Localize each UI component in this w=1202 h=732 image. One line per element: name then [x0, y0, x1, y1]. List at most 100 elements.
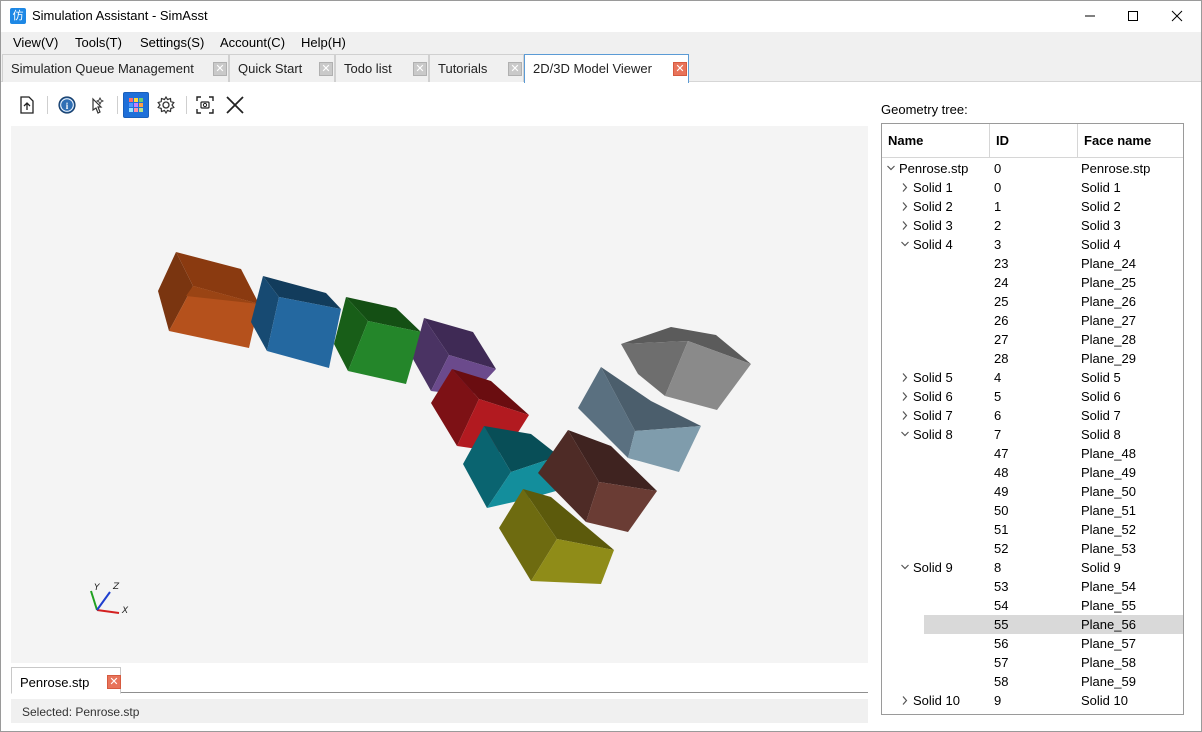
window-close-button[interactable]: [1155, 1, 1199, 31]
chevron-right-icon[interactable]: [900, 368, 910, 387]
color-grid-button[interactable]: [123, 92, 149, 118]
tree-row[interactable]: 57 Plane_58: [882, 653, 1183, 672]
geometry-tree[interactable]: Name ID Face name Penrose.stp 0 Penrose.st…: [881, 123, 1184, 715]
tree-row[interactable]: 58 Plane_59: [882, 672, 1183, 691]
solid-orange[interactable]: [158, 252, 259, 348]
tree-row[interactable]: Solid 6 5 Solid 6: [882, 387, 1183, 406]
tree-row[interactable]: 27 Plane_28: [882, 330, 1183, 349]
chevron-down-icon[interactable]: [900, 235, 910, 254]
solid-blue[interactable]: [251, 276, 341, 368]
tree-row[interactable]: Solid 5 4 Solid 5: [882, 368, 1183, 387]
tree-cell-name: Solid 8: [913, 427, 953, 442]
tab-label: Simulation Queue Management: [11, 61, 194, 76]
chevron-right-icon[interactable]: [900, 387, 910, 406]
tree-cell-id: 26: [994, 313, 1009, 328]
tree-cell-face-name: Plane_26: [1081, 294, 1136, 309]
chevron-right-icon[interactable]: [900, 178, 910, 197]
chevron-down-icon[interactable]: [900, 558, 910, 577]
chevron-right-icon[interactable]: [900, 691, 910, 710]
viewer-toolbar: i: [11, 92, 871, 120]
chevron-down-icon[interactable]: [886, 159, 896, 178]
tree-row[interactable]: 47 Plane_48: [882, 444, 1183, 463]
menu-account[interactable]: Account(C): [220, 35, 285, 50]
tree-row[interactable]: 25 Plane_26: [882, 292, 1183, 311]
tree-cell-face-name: Plane_55: [1081, 598, 1136, 613]
tree-cell-face-name: Plane_52: [1081, 522, 1136, 537]
tree-cell-face-name: Solid 10: [1081, 693, 1128, 708]
tree-row[interactable]: 53 Plane_54: [882, 577, 1183, 596]
tab-tutorials[interactable]: Tutorials ✕: [429, 54, 524, 82]
tree-cell-face-name: Plane_51: [1081, 503, 1136, 518]
tree-cell-id: 54: [994, 598, 1009, 613]
menu-bar: View(V) Tools(T) Settings(S) Account(C) …: [1, 32, 1201, 54]
tab-close-icon[interactable]: ✕: [213, 62, 227, 76]
tree-cell-id: 47: [994, 446, 1009, 461]
tree-row[interactable]: 51 Plane_52: [882, 520, 1183, 539]
chevron-down-icon[interactable]: [900, 425, 910, 444]
tree-row[interactable]: Penrose.stp 0 Penrose.stp: [882, 159, 1183, 178]
column-header-id[interactable]: ID: [990, 124, 1078, 158]
file-tab-close-icon[interactable]: ✕: [107, 675, 121, 689]
tree-cell-face-name: Plane_49: [1081, 465, 1136, 480]
close-model-button[interactable]: [222, 92, 248, 118]
tree-row[interactable]: Solid 8 7 Solid 8: [882, 425, 1183, 444]
tab-close-icon[interactable]: ✕: [413, 62, 427, 76]
minimize-button[interactable]: [1068, 1, 1112, 31]
tree-row[interactable]: 48 Plane_49: [882, 463, 1183, 482]
tree-cell-face-name: Solid 9: [1081, 560, 1121, 575]
tab-quick-start[interactable]: Quick Start ✕: [229, 54, 335, 82]
menu-tools[interactable]: Tools(T): [75, 35, 122, 50]
tab-todo-list[interactable]: Todo list ✕: [335, 54, 429, 82]
tree-row[interactable]: 52 Plane_53: [882, 539, 1183, 558]
info-button[interactable]: i: [54, 92, 80, 118]
tree-row[interactable]: 55 Plane_56: [882, 615, 1183, 634]
maximize-button[interactable]: [1111, 1, 1155, 31]
tree-cell-face-name: Solid 5: [1081, 370, 1121, 385]
tree-row[interactable]: 49 Plane_50: [882, 482, 1183, 501]
tree-row[interactable]: Solid 10 9 Solid 10: [882, 691, 1183, 710]
screenshot-button[interactable]: [192, 92, 218, 118]
tree-row[interactable]: 54 Plane_55: [882, 596, 1183, 615]
tree-row[interactable]: Solid 9 8 Solid 9: [882, 558, 1183, 577]
tree-row[interactable]: Solid 7 6 Solid 7: [882, 406, 1183, 425]
column-header-name[interactable]: Name: [882, 124, 990, 158]
tree-row[interactable]: Solid 1 0 Solid 1: [882, 178, 1183, 197]
tree-cell-face-name: Plane_48: [1081, 446, 1136, 461]
file-tab-penrose[interactable]: Penrose.stp ✕: [11, 667, 121, 694]
magic-select-button[interactable]: [84, 92, 110, 118]
model-render[interactable]: X Y Z: [11, 126, 868, 663]
settings-button[interactable]: [153, 92, 179, 118]
tab-simulation-queue[interactable]: Simulation Queue Management ✕: [2, 54, 229, 82]
tab-model-viewer[interactable]: 2D/3D Model Viewer ✕: [524, 54, 689, 83]
tab-close-icon[interactable]: ✕: [673, 62, 687, 76]
tree-cell-id: 48: [994, 465, 1009, 480]
solid-green[interactable]: [334, 297, 421, 384]
chevron-right-icon[interactable]: [900, 216, 910, 235]
column-header-face-name[interactable]: Face name: [1078, 124, 1183, 158]
menu-help[interactable]: Help(H): [301, 35, 346, 50]
tab-close-icon[interactable]: ✕: [508, 62, 522, 76]
tree-cell-id: 0: [994, 161, 1002, 176]
tree-cell-name: Solid 7: [913, 408, 953, 423]
tree-row[interactable]: 56 Plane_57: [882, 634, 1183, 653]
chevron-right-icon[interactable]: [900, 406, 910, 425]
tree-cell-face-name: Plane_27: [1081, 313, 1136, 328]
menu-view[interactable]: View(V): [13, 35, 58, 50]
tree-row[interactable]: Solid 4 3 Solid 4: [882, 235, 1183, 254]
tree-cell-name: Solid 6: [913, 389, 953, 404]
tree-row[interactable]: 23 Plane_24: [882, 254, 1183, 273]
maximize-icon: [1128, 11, 1138, 21]
3d-viewport[interactable]: X Y Z: [11, 126, 868, 663]
tree-row[interactable]: 50 Plane_51: [882, 501, 1183, 520]
tree-row[interactable]: 24 Plane_25: [882, 273, 1183, 292]
tree-row[interactable]: 26 Plane_27: [882, 311, 1183, 330]
tree-cell-face-name: Solid 4: [1081, 237, 1121, 252]
tab-close-icon[interactable]: ✕: [319, 62, 333, 76]
chevron-right-icon[interactable]: [900, 197, 910, 216]
tree-cell-id: 28: [994, 351, 1009, 366]
menu-settings[interactable]: Settings(S): [140, 35, 204, 50]
import-button[interactable]: [14, 92, 40, 118]
tree-row[interactable]: Solid 3 2 Solid 3: [882, 216, 1183, 235]
tree-row[interactable]: Solid 2 1 Solid 2: [882, 197, 1183, 216]
tree-row[interactable]: 28 Plane_29: [882, 349, 1183, 368]
